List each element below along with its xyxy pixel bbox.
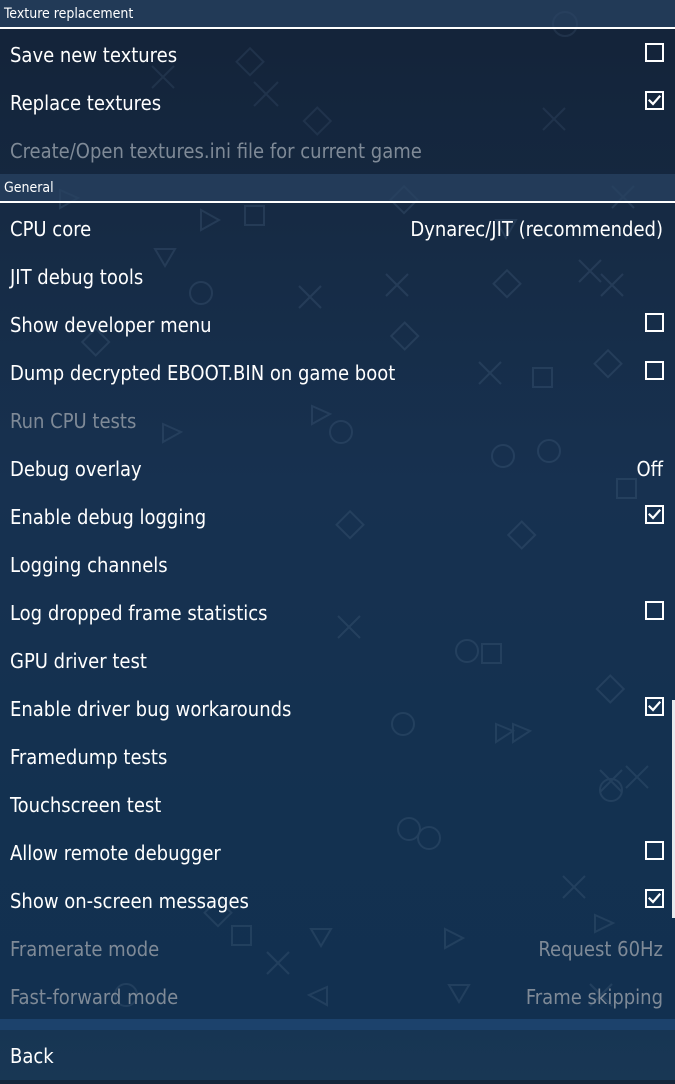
setting-create-open-textures-ini[interactable]: Create/Open textures.ini file for curren… bbox=[0, 127, 675, 175]
setting-show-on-screen-messages[interactable]: Show on-screen messages bbox=[0, 877, 675, 925]
setting-label: Logging channels bbox=[10, 553, 168, 577]
section-header-general: General bbox=[0, 174, 675, 203]
settings-screen: Texture replacement Save new textures Re… bbox=[0, 0, 675, 1080]
setting-label: Dump decrypted EBOOT.BIN on game boot bbox=[10, 361, 396, 385]
setting-touchscreen-test[interactable]: Touchscreen test bbox=[0, 781, 675, 829]
setting-value: Request 60Hz bbox=[538, 937, 663, 961]
setting-cpu-core[interactable]: CPU core Dynarec/JIT (recommended) bbox=[0, 205, 675, 253]
setting-value: Off bbox=[636, 457, 663, 481]
checkbox-unchecked-icon[interactable] bbox=[645, 43, 664, 62]
setting-fast-forward-mode[interactable]: Fast-forward mode Frame skipping bbox=[0, 973, 675, 1021]
setting-save-new-textures[interactable]: Save new textures bbox=[0, 31, 675, 79]
setting-enable-driver-bug-workarounds[interactable]: Enable driver bug workarounds bbox=[0, 685, 675, 733]
section-header-texture-replacement: Texture replacement bbox=[0, 0, 675, 29]
setting-dump-decrypted-eboot[interactable]: Dump decrypted EBOOT.BIN on game boot bbox=[0, 349, 675, 397]
setting-label: Touchscreen test bbox=[10, 793, 162, 817]
setting-label: Enable driver bug workarounds bbox=[10, 697, 292, 721]
setting-framerate-mode[interactable]: Framerate mode Request 60Hz bbox=[0, 925, 675, 973]
setting-label: Framerate mode bbox=[10, 937, 160, 961]
section-title: Texture replacement bbox=[4, 6, 134, 22]
setting-label: Show on-screen messages bbox=[10, 889, 249, 913]
setting-debug-overlay[interactable]: Debug overlay Off bbox=[0, 445, 675, 493]
setting-label: Run CPU tests bbox=[10, 409, 137, 433]
setting-log-dropped-frame-statistics[interactable]: Log dropped frame statistics bbox=[0, 589, 675, 637]
setting-gpu-driver-test[interactable]: GPU driver test bbox=[0, 637, 675, 685]
setting-replace-textures[interactable]: Replace textures bbox=[0, 79, 675, 127]
setting-label: GPU driver test bbox=[10, 649, 147, 673]
checkbox-checked-icon[interactable] bbox=[645, 697, 664, 716]
setting-value: Dynarec/JIT (recommended) bbox=[410, 217, 663, 241]
setting-show-developer-menu[interactable]: Show developer menu bbox=[0, 301, 675, 349]
setting-jit-debug-tools[interactable]: JIT debug tools bbox=[0, 253, 675, 301]
setting-label: Allow remote debugger bbox=[10, 841, 221, 865]
setting-label: Create/Open textures.ini file for curren… bbox=[10, 139, 422, 163]
setting-run-cpu-tests[interactable]: Run CPU tests bbox=[0, 397, 675, 445]
setting-logging-channels[interactable]: Logging channels bbox=[0, 541, 675, 589]
setting-label: JIT debug tools bbox=[10, 265, 144, 289]
setting-label: CPU core bbox=[10, 217, 92, 241]
setting-label: Debug overlay bbox=[10, 457, 142, 481]
checkbox-checked-icon[interactable] bbox=[645, 889, 664, 908]
checkbox-unchecked-icon[interactable] bbox=[645, 361, 664, 380]
setting-value: Frame skipping bbox=[525, 985, 663, 1009]
setting-label: Log dropped frame statistics bbox=[10, 601, 268, 625]
checkbox-checked-icon[interactable] bbox=[645, 505, 664, 524]
setting-label: Replace textures bbox=[10, 91, 162, 115]
setting-label: Fast-forward mode bbox=[10, 985, 179, 1009]
back-label: Back bbox=[10, 1044, 54, 1068]
setting-allow-remote-debugger[interactable]: Allow remote debugger bbox=[0, 829, 675, 877]
setting-label: Framedump tests bbox=[10, 745, 168, 769]
section-title: General bbox=[4, 180, 54, 196]
checkbox-checked-icon[interactable] bbox=[645, 91, 664, 110]
setting-label: Show developer menu bbox=[10, 313, 212, 337]
checkbox-unchecked-icon[interactable] bbox=[645, 601, 664, 620]
back-button[interactable]: Back bbox=[0, 1019, 675, 1080]
setting-enable-debug-logging[interactable]: Enable debug logging bbox=[0, 493, 675, 541]
checkbox-unchecked-icon[interactable] bbox=[645, 313, 664, 332]
setting-label: Enable debug logging bbox=[10, 505, 207, 529]
setting-label: Save new textures bbox=[10, 43, 178, 67]
checkbox-unchecked-icon[interactable] bbox=[645, 841, 664, 860]
setting-framedump-tests[interactable]: Framedump tests bbox=[0, 733, 675, 781]
